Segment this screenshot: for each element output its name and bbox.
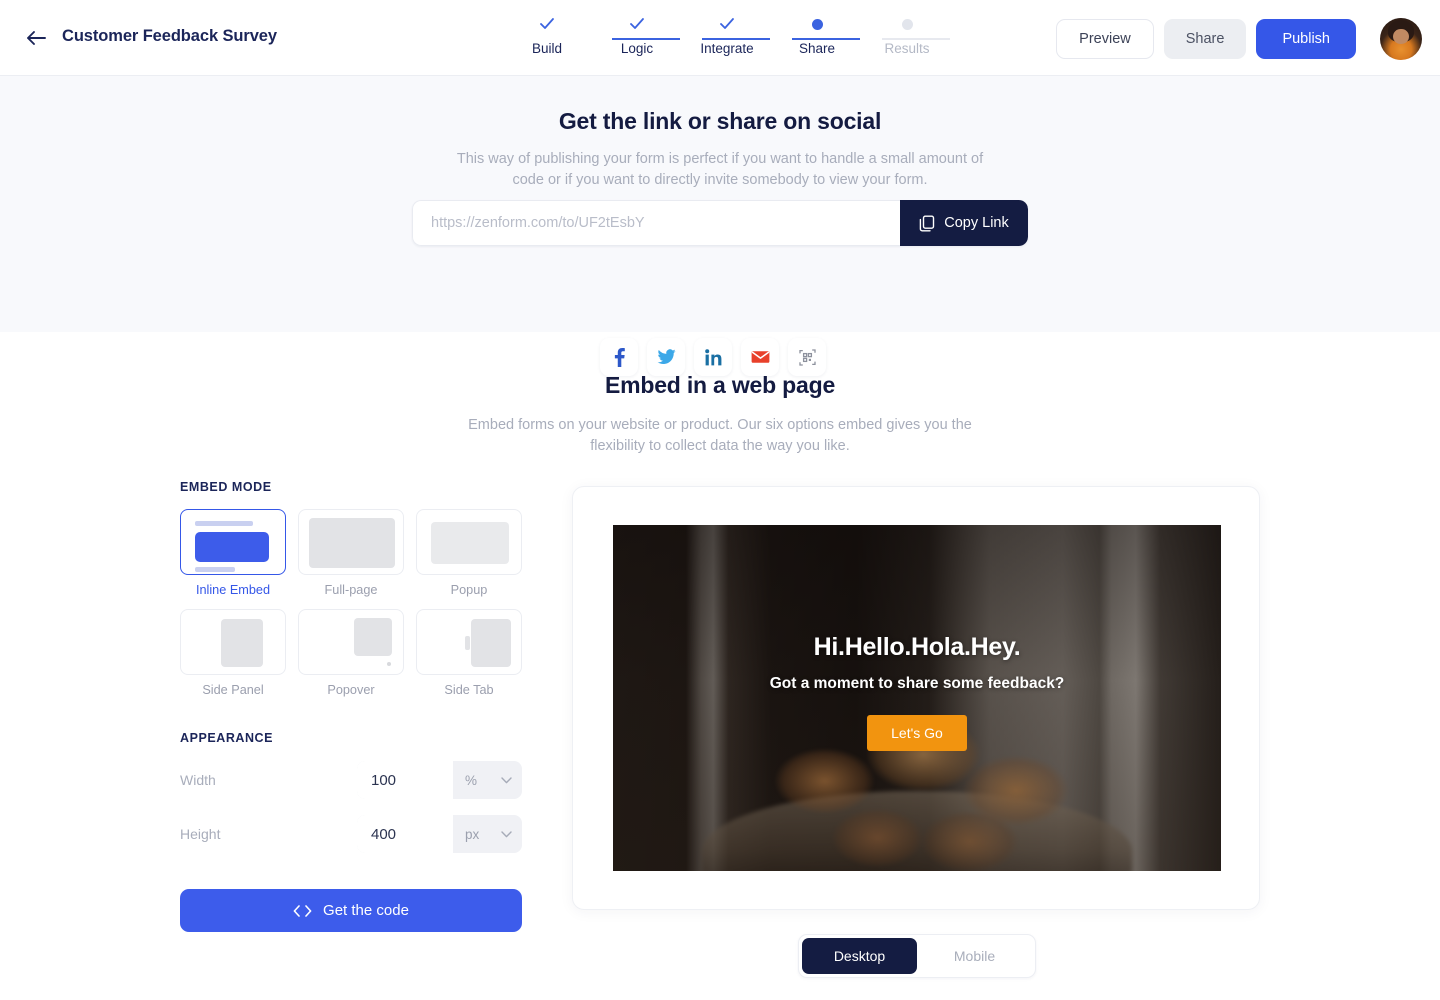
preview-content: Hi.Hello.Hola.Hey. Got a moment to share…: [613, 633, 1221, 751]
embed-section-title: Embed in a web page: [604, 372, 836, 398]
side-tab-thumbnail: [416, 609, 522, 675]
embed-mode-side-panel[interactable]: Side Panel: [180, 609, 286, 697]
copy-link-button[interactable]: Copy Link: [900, 200, 1028, 246]
side-panel-thumbnail: [180, 609, 286, 675]
check-icon: [502, 14, 592, 34]
back-button[interactable]: [22, 24, 50, 52]
embed-mode-inline-embed[interactable]: Inline Embed: [180, 509, 286, 597]
width-label: Width: [180, 772, 216, 788]
preview-subheading: Got a moment to share some feedback?: [769, 675, 1065, 692]
embed-section-subtitle: Embed forms on your website or product. …: [468, 417, 972, 455]
stepper-label: Build: [531, 41, 563, 56]
stepper-label: Results: [884, 41, 930, 56]
copy-icon: [919, 215, 935, 231]
embed-mode-popover[interactable]: Popover: [298, 609, 404, 697]
height-unit-select[interactable]: px: [453, 815, 522, 853]
embed-mode-side-tab[interactable]: Side Tab: [416, 609, 522, 697]
share-link-section: Get the link or share on social This way…: [0, 76, 1440, 376]
stepper-step-share[interactable]: Share: [772, 14, 862, 56]
code-brackets-icon: [293, 904, 312, 917]
share-button[interactable]: Share: [1163, 19, 1247, 59]
header-actions: Preview Share Publish: [1056, 18, 1422, 60]
page-title: Customer Feedback Survey: [62, 27, 277, 45]
device-toggle-mobile[interactable]: Mobile: [917, 938, 1032, 974]
upcoming-step-dot-icon: [862, 14, 952, 34]
share-link-input[interactable]: [412, 200, 900, 246]
progress-stepper: Build Logic Integrate Share Results: [512, 14, 950, 62]
embed-mode-grid: Inline Embed Full-page Popup Side Panel …: [180, 509, 522, 697]
embed-settings-panel: EMBED MODE Inline Embed Full-page Popup …: [180, 480, 522, 932]
stepper-label: Share: [798, 41, 836, 56]
height-label: Height: [180, 826, 221, 842]
chevron-down-icon: [501, 776, 512, 783]
check-icon: [682, 14, 772, 34]
embed-mode-caption: Popover: [327, 683, 375, 697]
width-field-row: Width %: [180, 761, 522, 799]
embed-mode-label: EMBED MODE: [180, 480, 272, 494]
preview-button[interactable]: Preview: [1056, 19, 1154, 59]
preview-heading: Hi.Hello.Hola.Hey.: [813, 633, 1021, 661]
link-section-title: Get the link or share on social: [558, 108, 882, 134]
width-stepper: %: [357, 761, 522, 799]
height-field-row: Height px: [180, 815, 522, 853]
preview-cta-button[interactable]: Let's Go: [867, 715, 967, 751]
height-input[interactable]: [357, 815, 453, 853]
width-unit-value: %: [465, 772, 478, 788]
appearance-label: APPEARANCE: [180, 731, 274, 745]
app-header: Customer Feedback Survey Build Logic Int…: [0, 0, 1440, 76]
width-input[interactable]: [357, 761, 453, 799]
form-preview-card: Hi.Hello.Hola.Hey. Got a moment to share…: [572, 486, 1260, 910]
get-the-code-label: Get the code: [323, 902, 409, 919]
width-unit-select[interactable]: %: [453, 761, 522, 799]
device-toggle: Desktop Mobile: [798, 934, 1036, 978]
check-icon: [592, 14, 682, 34]
embed-mode-full-page[interactable]: Full-page: [298, 509, 404, 597]
appearance-group: APPEARANCE Width % Height: [180, 731, 522, 853]
stepper-label: Integrate: [700, 41, 754, 56]
arrow-left-icon: [27, 31, 46, 45]
stepper-step-integrate[interactable]: Integrate: [682, 14, 772, 56]
publish-button[interactable]: Publish: [1256, 19, 1356, 59]
avatar[interactable]: [1380, 18, 1422, 60]
height-stepper: px: [357, 815, 522, 853]
inline-embed-thumbnail: [180, 509, 286, 575]
embed-mode-caption: Side Panel: [202, 683, 264, 697]
stepper-label: Logic: [620, 41, 654, 56]
copy-link-label: Copy Link: [944, 215, 1009, 231]
get-the-code-button[interactable]: Get the code: [180, 889, 522, 932]
current-step-dot-icon: [772, 14, 862, 34]
embed-mode-caption: Inline Embed: [195, 583, 271, 597]
stepper-step-logic[interactable]: Logic: [592, 14, 682, 56]
link-section-subtitle: This way of publishing your form is perf…: [456, 151, 984, 189]
embed-section: Embed in a web page Embed forms on your …: [0, 332, 1440, 932]
embed-mode-caption: Popup: [450, 583, 488, 597]
embed-mode-caption: Full-page: [324, 583, 378, 597]
full-page-thumbnail: [298, 509, 404, 575]
stepper-step-build[interactable]: Build: [502, 14, 592, 56]
chevron-down-icon: [501, 830, 512, 837]
embed-section-head: Embed in a web page Embed forms on your …: [0, 332, 1440, 457]
embed-mode-caption: Side Tab: [444, 683, 494, 697]
stepper-step-results[interactable]: Results: [862, 14, 952, 56]
popover-thumbnail: [298, 609, 404, 675]
share-link-row: Copy Link: [412, 200, 1028, 246]
embed-mode-popup[interactable]: Popup: [416, 509, 522, 597]
height-unit-value: px: [465, 826, 480, 842]
form-preview-frame: Hi.Hello.Hola.Hey. Got a moment to share…: [613, 525, 1221, 871]
device-toggle-desktop[interactable]: Desktop: [802, 938, 917, 974]
popup-thumbnail: [416, 509, 522, 575]
